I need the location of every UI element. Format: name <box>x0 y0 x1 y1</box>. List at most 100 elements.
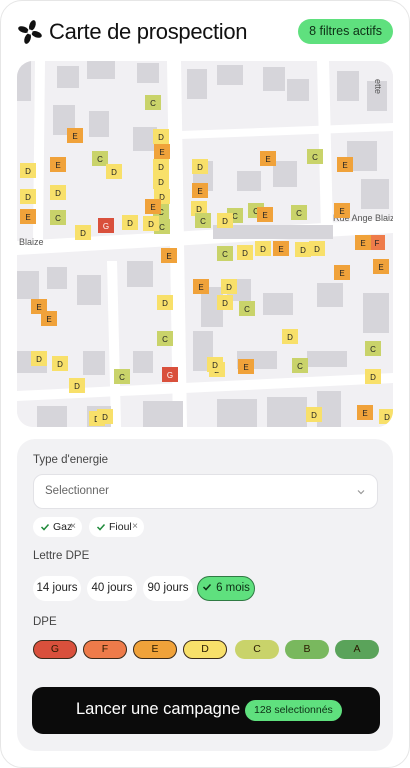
building-dpe-tag[interactable]: D <box>365 369 381 384</box>
street-label: Blaize <box>19 237 44 247</box>
check-icon <box>203 583 212 591</box>
building-dpe-letter: D <box>314 245 320 254</box>
building-dpe-tag[interactable]: E <box>355 235 371 250</box>
building-dpe-tag[interactable]: D <box>143 216 159 231</box>
building-dpe-tag[interactable]: C <box>157 331 173 346</box>
period-option-40-jours[interactable]: 40 jours <box>87 576 137 601</box>
building-dpe-tag[interactable]: C <box>307 149 323 164</box>
building-dpe-tag[interactable]: E <box>337 157 353 172</box>
building-dpe-tag[interactable]: D <box>50 185 66 200</box>
building-dpe-tag[interactable]: E <box>373 259 389 274</box>
building-dpe-tag[interactable]: E <box>257 207 273 222</box>
active-filters-badge[interactable]: 8 filtres actifs <box>298 19 393 44</box>
building-dpe-tag[interactable]: D <box>192 159 208 174</box>
dpe-letter: F <box>101 643 109 655</box>
building-dpe-tag[interactable]: D <box>97 409 113 424</box>
building-dpe-tag[interactable]: E <box>41 311 57 326</box>
building-dpe-tag[interactable]: E <box>192 183 208 198</box>
dpe-class-a[interactable]: A <box>335 640 379 659</box>
building-dpe-tag[interactable]: D <box>207 357 223 372</box>
dpe-class-d[interactable]: D <box>183 640 227 659</box>
dpe-letter-label: Lettre DPE <box>33 550 90 562</box>
building-dpe-letter: D <box>370 373 376 382</box>
building-dpe-tag[interactable]: E <box>67 128 83 143</box>
building-dpe-tag[interactable]: D <box>153 129 169 144</box>
building-dpe-tag[interactable]: C <box>50 210 66 225</box>
building-dpe-tag[interactable]: D <box>237 245 253 260</box>
building-dpe-tag[interactable]: F <box>369 235 385 250</box>
building-dpe-tag[interactable]: C <box>239 301 255 316</box>
remove-tag-icon[interactable]: × <box>132 517 138 537</box>
building-dpe-tag[interactable]: D <box>379 409 393 424</box>
building-dpe-tag[interactable]: D <box>306 407 322 422</box>
building-dpe-tag[interactable]: E <box>145 199 161 214</box>
building-dpe-tag[interactable]: C <box>92 151 108 166</box>
building-dpe-letter: C <box>55 214 61 223</box>
dpe-class-e[interactable]: E <box>133 640 177 659</box>
remove-tag-icon[interactable]: × <box>70 517 76 537</box>
building-dpe-tag[interactable]: E <box>193 279 209 294</box>
building-dpe-tag[interactable]: D <box>153 174 169 189</box>
building-dpe-tag[interactable]: C <box>292 358 308 373</box>
energy-type-select[interactable]: Selectionner <box>33 474 378 509</box>
building-dpe-tag[interactable]: D <box>153 159 169 174</box>
building-dpe-tag[interactable]: E <box>260 151 276 166</box>
building-dpe-tag[interactable]: D <box>255 241 271 256</box>
building-dpe-tag[interactable]: C <box>291 205 307 220</box>
period-option-90-jours[interactable]: 90 jours <box>143 576 193 601</box>
building-dpe-tag[interactable]: C <box>114 369 130 384</box>
building-dpe-tag[interactable]: E <box>50 157 66 172</box>
building-dpe-tag[interactable]: E <box>161 248 177 263</box>
building-dpe-tag[interactable]: D <box>217 295 233 310</box>
building-dpe-tag[interactable]: E <box>334 203 350 218</box>
building-dpe-tag[interactable]: D <box>20 163 36 178</box>
building-dpe-tag[interactable]: D <box>106 164 122 179</box>
building-dpe-letter: D <box>212 361 218 370</box>
building-dpe-tag[interactable]: D <box>309 241 325 256</box>
building-dpe-letter: D <box>102 413 108 422</box>
dpe-letter: D <box>201 643 209 655</box>
building-dpe-tag[interactable]: E <box>334 265 350 280</box>
period-option-14-jours[interactable]: 14 jours <box>33 576 81 601</box>
building-dpe-letter: E <box>46 315 51 324</box>
dpe-label: DPE <box>33 616 57 628</box>
street-label: ette <box>373 79 383 94</box>
building-dpe-tag[interactable]: D <box>69 378 85 393</box>
building-dpe-tag[interactable]: E <box>238 359 254 374</box>
building-dpe-tag[interactable]: C <box>195 213 211 228</box>
building-dpe-tag[interactable]: E <box>357 405 373 420</box>
prospection-map[interactable]: Rue Ange Blaize Blaize ette CECDEDDDDCCD… <box>17 61 393 427</box>
building-dpe-letter: D <box>111 168 117 177</box>
building-dpe-tag[interactable]: G <box>162 367 178 382</box>
dpe-class-b[interactable]: B <box>285 640 329 659</box>
building-dpe-tag[interactable]: G <box>98 218 114 233</box>
energy-tag-fioul[interactable]: Fioul × <box>89 517 144 537</box>
map-canvas[interactable]: Rue Ange Blaize Blaize ette CECDEDDDDCCD… <box>17 61 393 427</box>
energy-tag-gaz[interactable]: Gaz × <box>33 517 82 537</box>
building-dpe-tag[interactable]: C <box>217 246 233 261</box>
building-dpe-tag[interactable]: C <box>145 95 161 110</box>
building-dpe-tag[interactable]: D <box>52 356 68 371</box>
building-dpe-tag[interactable]: D <box>282 329 298 344</box>
building-dpe-letter: D <box>384 413 390 422</box>
building-dpe-tag[interactable]: E <box>273 241 289 256</box>
building-dpe-tag[interactable]: D <box>295 242 311 257</box>
dpe-class-f[interactable]: F <box>83 640 127 659</box>
building-dpe-letter: D <box>25 167 31 176</box>
building-dpe-letter: E <box>198 283 203 292</box>
building-dpe-tag[interactable]: D <box>75 225 91 240</box>
building-dpe-tag[interactable]: D <box>217 213 233 228</box>
building-dpe-tag[interactable]: D <box>221 279 237 294</box>
launch-campaign-button[interactable]: Lancer une campagne 128 selectionnés <box>32 687 380 734</box>
building-dpe-tag[interactable]: D <box>31 351 47 366</box>
dpe-class-c[interactable]: C <box>235 640 279 659</box>
building-dpe-tag[interactable]: D <box>157 295 173 310</box>
check-icon <box>96 523 106 531</box>
dpe-class-g[interactable]: G <box>33 640 77 659</box>
period-option-6-mois[interactable]: 6 mois <box>197 576 255 601</box>
building-dpe-tag[interactable]: E <box>154 144 170 159</box>
building-dpe-tag[interactable]: D <box>122 215 138 230</box>
building-dpe-tag[interactable]: E <box>20 209 36 224</box>
building-dpe-tag[interactable]: C <box>365 341 381 356</box>
building-dpe-tag[interactable]: D <box>20 189 36 204</box>
